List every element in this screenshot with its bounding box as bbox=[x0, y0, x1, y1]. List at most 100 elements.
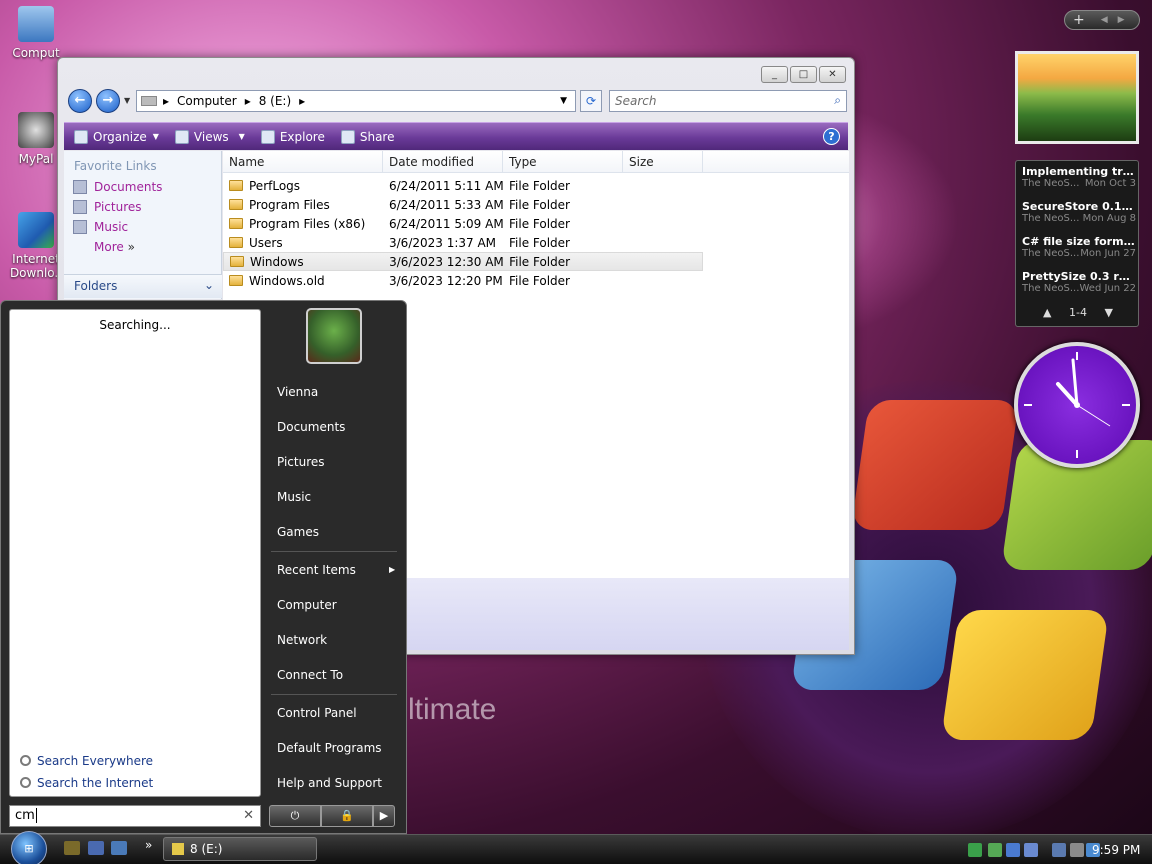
nav-link-music[interactable]: Music bbox=[64, 217, 221, 237]
tray-volume-muted-icon[interactable] bbox=[1070, 843, 1084, 857]
back-button[interactable]: ← bbox=[68, 89, 92, 113]
help-icon[interactable]: ? bbox=[823, 128, 840, 145]
sidebar-prev-icon[interactable]: ◀ bbox=[1101, 15, 1108, 25]
feed-next-icon[interactable]: ▼ bbox=[1104, 306, 1112, 319]
start-item-control-panel[interactable]: Control Panel bbox=[277, 706, 357, 720]
breadcrumb-drive[interactable]: 8 (E:) bbox=[259, 94, 291, 108]
desktop-icon-label: Comput bbox=[12, 46, 60, 60]
table-row[interactable]: PerfLogs 6/24/2011 5:11 AM File Folder bbox=[223, 176, 849, 195]
search-everywhere-link[interactable]: Search Everywhere bbox=[20, 754, 153, 768]
drive-icon bbox=[141, 96, 157, 106]
start-item-recent-items[interactable]: Recent Items bbox=[277, 563, 356, 577]
forward-button[interactable]: → bbox=[96, 89, 120, 113]
start-item-connect-to[interactable]: Connect To bbox=[277, 668, 343, 682]
quicklaunch-overflow-icon[interactable]: » bbox=[145, 838, 152, 852]
shutdown-options-button[interactable]: ▶ bbox=[373, 805, 395, 827]
start-item-default-programs[interactable]: Default Programs bbox=[277, 741, 382, 755]
table-row-selected[interactable]: Windows 3/6/2023 12:30 AM File Folder bbox=[223, 252, 703, 271]
feed-date: Mon Aug 8 bbox=[1082, 213, 1136, 224]
switch-windows-icon[interactable] bbox=[111, 841, 127, 855]
search-icon bbox=[20, 755, 31, 766]
user-avatar[interactable] bbox=[306, 308, 362, 364]
tray-app-icon[interactable] bbox=[988, 843, 1002, 857]
nav-link-pictures[interactable]: Pictures bbox=[64, 197, 221, 217]
feed-title: PrettySize 0.3 releas... bbox=[1022, 270, 1136, 283]
explore-icon bbox=[260, 129, 275, 144]
column-date-modified[interactable]: Date modified bbox=[383, 151, 503, 172]
address-dropdown-icon[interactable]: ▼ bbox=[560, 96, 567, 106]
folders-toggle[interactable]: Folders ⌄ bbox=[64, 274, 222, 298]
file-type: File Folder bbox=[509, 197, 570, 212]
show-desktop-icon[interactable] bbox=[88, 841, 104, 855]
table-row[interactable]: Windows.old 3/6/2023 12:20 PM File Folde… bbox=[223, 271, 849, 290]
search-internet-link[interactable]: Search the Internet bbox=[20, 776, 153, 790]
start-item-documents[interactable]: Documents bbox=[277, 420, 345, 434]
table-row[interactable]: Users 3/6/2023 1:37 AM File Folder bbox=[223, 233, 849, 252]
feed-title: SecureStore 0.100: K... bbox=[1022, 200, 1136, 213]
start-item-computer[interactable]: Computer bbox=[277, 598, 337, 612]
organize-button[interactable]: Organize ▼ bbox=[74, 129, 159, 144]
start-item-music[interactable]: Music bbox=[277, 490, 311, 504]
table-row[interactable]: Program Files 6/24/2011 5:33 AM File Fol… bbox=[223, 195, 849, 214]
organize-label: Organize bbox=[93, 129, 147, 144]
views-button[interactable]: Views ▼ bbox=[174, 129, 245, 144]
computer-icon bbox=[18, 6, 54, 42]
power-button[interactable]: ⏻ bbox=[269, 805, 321, 827]
sidebar-controls: + ◀ ▶ bbox=[1064, 10, 1140, 30]
mypal-icon bbox=[18, 112, 54, 148]
breadcrumb-computer[interactable]: Computer bbox=[177, 94, 237, 108]
tray-monitor-icon[interactable] bbox=[1052, 843, 1066, 857]
clear-search-icon[interactable]: ✕ bbox=[243, 808, 254, 823]
maximize-button[interactable]: □ bbox=[790, 66, 817, 83]
column-size[interactable]: Size bbox=[623, 151, 703, 172]
sidebar-next-icon[interactable]: ▶ bbox=[1118, 15, 1125, 25]
feed-item[interactable]: SecureStore 0.100: K... The NeoS...Mon A… bbox=[1022, 200, 1136, 224]
share-button[interactable]: Share bbox=[340, 129, 394, 144]
folder-icon bbox=[229, 218, 243, 229]
start-item-help-and-support[interactable]: Help and Support bbox=[277, 776, 382, 790]
address-bar[interactable]: ▸ Computer ▸ 8 (E:) ▸ ▼ bbox=[136, 90, 576, 112]
start-item-network[interactable]: Network bbox=[277, 633, 327, 647]
feed-item[interactable]: PrettySize 0.3 releas... The NeoS...Wed … bbox=[1022, 270, 1136, 294]
lock-button[interactable]: 🔒 bbox=[321, 805, 373, 827]
taskbar-button-explorer[interactable]: 8 (E:) bbox=[163, 837, 317, 861]
download-manager-icon bbox=[18, 212, 54, 248]
start-menu: Searching... Search Everywhere Search th… bbox=[0, 300, 407, 834]
computer-desktop-icon[interactable]: Comput bbox=[6, 6, 66, 60]
recent-pages-dropdown[interactable]: ▼ bbox=[124, 96, 130, 105]
column-name[interactable]: Name bbox=[223, 151, 383, 172]
clock-time[interactable]: 9:59 PM bbox=[1092, 843, 1140, 857]
feed-prev-icon[interactable]: ▲ bbox=[1043, 306, 1051, 319]
submenu-arrow-icon: ▶ bbox=[389, 565, 396, 574]
wallpaper-flag-yellow bbox=[940, 610, 1110, 740]
start-button[interactable]: ⊞ bbox=[11, 831, 47, 864]
start-item-vienna[interactable]: Vienna bbox=[277, 385, 318, 399]
start-item-pictures[interactable]: Pictures bbox=[277, 455, 325, 469]
feed-source: The NeoS... bbox=[1022, 213, 1080, 224]
quicklaunch-icon[interactable] bbox=[64, 841, 80, 855]
nav-link-documents[interactable]: Documents bbox=[64, 177, 221, 197]
tray-app-icon[interactable] bbox=[1006, 843, 1020, 857]
add-gadget-button[interactable]: + bbox=[1073, 12, 1085, 28]
slideshow-gadget[interactable] bbox=[1015, 51, 1139, 144]
tray-network-icon[interactable] bbox=[968, 843, 982, 857]
file-type: File Folder bbox=[509, 235, 570, 250]
explore-button[interactable]: Explore bbox=[260, 129, 325, 144]
search-input[interactable]: Search ⌕ bbox=[609, 90, 847, 112]
start-item-games[interactable]: Games bbox=[277, 525, 319, 539]
start-search-input[interactable]: cm ✕ bbox=[9, 805, 261, 827]
music-icon bbox=[73, 220, 87, 234]
table-row[interactable]: Program Files (x86) 6/24/2011 5:09 AM Fi… bbox=[223, 214, 849, 233]
power-controls: ⏻ 🔒 ▶ bbox=[269, 805, 395, 827]
search-icon[interactable]: ⌕ bbox=[834, 93, 841, 108]
column-type[interactable]: Type bbox=[503, 151, 623, 172]
refresh-button[interactable]: ⟳ bbox=[580, 90, 602, 112]
tray-app-icon[interactable] bbox=[1024, 843, 1038, 857]
minimize-button[interactable]: _ bbox=[761, 66, 788, 83]
clock-gadget[interactable] bbox=[1014, 342, 1140, 468]
close-button[interactable]: ✕ bbox=[819, 66, 846, 83]
feed-item[interactable]: C# file size formattin... The NeoS...Mon… bbox=[1022, 235, 1136, 259]
nav-link-more[interactable]: More » bbox=[64, 237, 221, 257]
file-date: 3/6/2023 12:20 PM bbox=[389, 273, 503, 288]
feed-item[interactable]: Implementing truly s... The NeoS... Mon O… bbox=[1022, 165, 1136, 189]
